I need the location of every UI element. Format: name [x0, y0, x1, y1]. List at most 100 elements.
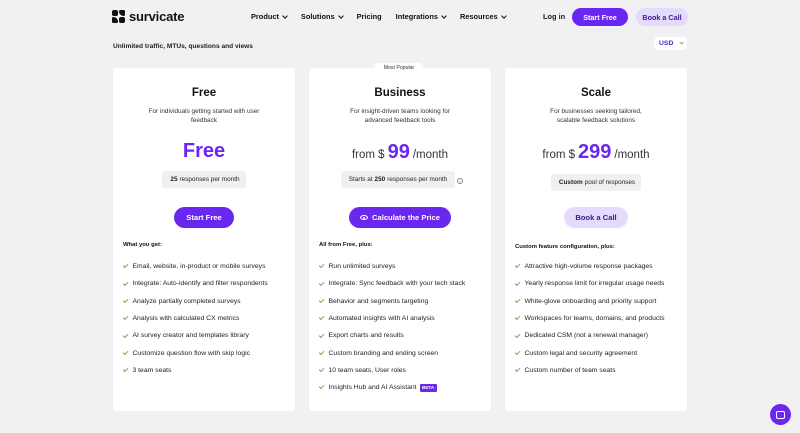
plan-title: Free: [191, 87, 217, 99]
plan-card-free: Free For individuals getting started wit…: [113, 68, 295, 411]
check-icon: [514, 297, 520, 303]
pill-bold: 25: [170, 176, 178, 183]
pill-text: responses per month: [179, 176, 240, 183]
plan-description: For individuals getting started with use…: [148, 108, 260, 124]
main-menu: Product Solutions Pricing Integrations R…: [251, 12, 507, 21]
feature-text: Insights Hub and AI Assistant: [328, 384, 417, 392]
check-icon: [514, 280, 520, 286]
feature-text: AI survey creator and templates library: [132, 332, 249, 340]
list-item: Automated insights with AI analysis: [318, 310, 465, 327]
responses-pill: Custom pool of responses: [551, 174, 641, 191]
features-heading: All from Free, plus:: [319, 242, 373, 248]
list-item: Export charts and results: [318, 327, 465, 344]
logo-text: survicate: [129, 9, 185, 24]
list-item: Dedicated CSM (not a renewal manager): [514, 327, 665, 344]
book-call-plan-button[interactable]: Book a Call: [564, 207, 628, 228]
menu-item-product[interactable]: Product: [251, 12, 288, 21]
check-icon: [318, 384, 324, 390]
menu-label: Resources: [459, 12, 498, 21]
check-icon: [122, 366, 128, 372]
feature-list: Email, website, in-product or mobile sur…: [122, 258, 268, 379]
menu-item-solutions[interactable]: Solutions: [300, 12, 344, 21]
plan-title: Scale: [580, 87, 612, 99]
menu-label: Integrations: [395, 12, 438, 21]
chevron-down-icon: [337, 12, 344, 19]
beta-badge: BETA: [419, 383, 437, 392]
list-item: AI survey creator and templates library: [122, 327, 268, 344]
responses-pill: Starts at 250 responses per month: [341, 171, 455, 188]
menu-item-resources[interactable]: Resources: [459, 12, 507, 21]
check-icon: [318, 263, 324, 269]
start-free-button[interactable]: Start Free: [572, 8, 628, 26]
features-heading: Custom feature configuration, plus:: [515, 244, 615, 250]
feature-text: Dedicated CSM (not a renewal manager): [524, 332, 649, 340]
currency-select[interactable]: USD: [654, 37, 687, 50]
list-item: Integrate: Sync feedback with your tech …: [318, 275, 465, 292]
list-item: Yearly response limit for irregular usag…: [514, 275, 665, 292]
book-call-button[interactable]: Book a Call: [636, 8, 688, 26]
list-item: Run unlimited surveys: [318, 258, 465, 275]
check-icon: [318, 280, 324, 286]
feature-text: Email, website, in-product or mobile sur…: [132, 263, 266, 271]
chat-launcher-button[interactable]: [770, 404, 791, 425]
calculate-price-button[interactable]: Calculate the Price: [349, 207, 451, 228]
menu-item-pricing[interactable]: Pricing: [357, 12, 382, 21]
feature-text: White-glove onboarding and priority supp…: [524, 297, 657, 305]
menu-label: Product: [251, 12, 279, 21]
menu-item-integrations[interactable]: Integrations: [395, 12, 447, 21]
list-item: Custom legal and security agreement: [514, 344, 665, 361]
list-item: Integrate: Auto-identify and filter resp…: [122, 275, 268, 292]
plan-description: For insight-driven teams looking for adv…: [350, 108, 450, 124]
feature-text: Export charts and results: [328, 332, 404, 340]
plan-card-business: Business For insight-driven teams lookin…: [309, 68, 491, 411]
check-icon: [122, 297, 128, 303]
check-icon: [318, 315, 324, 321]
check-icon: [514, 332, 520, 338]
list-item: Analysis with calculated CX metrics: [122, 310, 268, 327]
chevron-down-icon: [500, 12, 507, 19]
list-item: Custom number of team seats: [514, 362, 665, 379]
check-icon: [318, 332, 324, 338]
feature-text: Custom legal and security agreement: [524, 349, 638, 357]
check-icon: [122, 280, 128, 286]
menu-label: Pricing: [356, 12, 382, 21]
list-item: 3 team seats: [122, 362, 268, 379]
chat-icon: [776, 410, 785, 419]
plan-description: For businesses seeking tailored, scalabl…: [550, 108, 642, 124]
list-item: Behavior and segments targeting: [318, 293, 465, 310]
pill-bold: 250: [374, 176, 386, 183]
eye-icon: [360, 215, 369, 220]
feature-text: Analyze partially completed surveys: [132, 297, 241, 305]
check-icon: [318, 349, 324, 355]
login-link[interactable]: Log in: [543, 12, 565, 21]
menu-label: Solutions: [300, 12, 335, 21]
price-period: /month: [614, 149, 650, 161]
price-period: /month: [412, 149, 448, 161]
top-nav: survicate Product Solutions Pricing Inte…: [0, 0, 800, 34]
feature-text: Automated insights with AI analysis: [328, 315, 435, 323]
info-icon[interactable]: i: [457, 178, 463, 184]
list-item: White-glove onboarding and priority supp…: [514, 293, 665, 310]
check-icon: [318, 366, 324, 372]
feature-text: Customize question flow with skip logic: [132, 349, 251, 357]
feature-text: Attractive high-volume response packages: [524, 263, 653, 271]
most-popular-badge: Most Popular: [374, 63, 424, 74]
feature-text: Analysis with calculated CX metrics: [132, 315, 240, 323]
list-item: Customize question flow with skip logic: [122, 344, 268, 361]
survicate-logo-icon: [112, 10, 125, 23]
list-item: Email, website, in-product or mobile sur…: [122, 258, 268, 275]
list-item: Analyze partially completed surveys: [122, 293, 268, 310]
pill-prefix: Starts at: [348, 176, 373, 183]
check-icon: [514, 263, 520, 269]
feature-text: Behavior and segments targeting: [328, 297, 429, 305]
start-free-plan-button[interactable]: Start Free: [174, 207, 234, 228]
check-icon: [514, 349, 520, 355]
check-icon: [514, 315, 520, 321]
price-from: from $: [351, 149, 385, 161]
logo[interactable]: survicate: [112, 9, 184, 24]
check-icon: [122, 332, 128, 338]
pill-bold: Custom: [558, 179, 583, 186]
check-icon: [122, 263, 128, 269]
plan-card-scale: Scale For businesses seeking tailored, s…: [505, 68, 687, 411]
pricing-subheading: Unlimited traffic, MTUs, questions and v…: [113, 43, 253, 50]
